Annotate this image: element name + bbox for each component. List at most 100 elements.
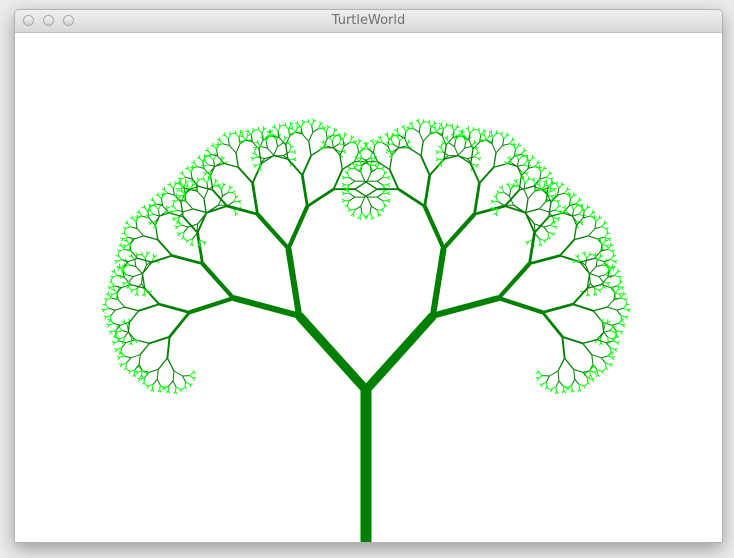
tree-branch (377, 213, 380, 218)
tree-branch (139, 342, 150, 356)
tree-branch (587, 228, 596, 237)
tree-branch (290, 122, 294, 126)
tree-branch (354, 188, 368, 198)
tree-branch (359, 139, 363, 143)
tree-branch (502, 143, 510, 146)
tree-branch (538, 375, 543, 379)
tree-branch (563, 189, 568, 194)
tree-branch (556, 181, 558, 185)
tree-branch (525, 208, 540, 214)
tree-branch (123, 236, 128, 240)
tree-branch (357, 216, 361, 220)
tree-branch (588, 374, 591, 379)
title-bar[interactable]: TurtleWorld (15, 10, 722, 33)
tree-branch (193, 160, 195, 164)
tree-branch (518, 156, 522, 161)
tree-branch (357, 141, 360, 147)
tree-branch (557, 357, 566, 372)
tree-branch (122, 362, 127, 365)
tree-branch (120, 237, 124, 240)
tree-branch (602, 318, 604, 322)
tree-branch (141, 370, 143, 376)
tree-branch (192, 183, 196, 186)
tree-branch (182, 173, 187, 178)
tree-branch (120, 248, 125, 252)
tree-branch (125, 362, 127, 368)
tree-branch (360, 206, 363, 213)
tree-branch (468, 133, 471, 141)
tree-branch (387, 192, 391, 196)
tree-branch (124, 306, 139, 312)
tree-branch (206, 205, 228, 214)
tree-branch (607, 336, 613, 340)
tree-branch (137, 257, 152, 263)
tree-branch (578, 383, 584, 387)
tree-branch (347, 207, 351, 211)
tree-branch (545, 375, 550, 383)
tree-branch (128, 342, 132, 346)
tree-branch (181, 236, 184, 240)
tree-branch (159, 385, 161, 390)
tree-branch (621, 286, 624, 291)
tree-branch (522, 175, 525, 179)
tree-branch (176, 232, 180, 235)
tree-branch (609, 326, 614, 331)
tree-branch (475, 147, 478, 151)
tree-branch (109, 293, 113, 295)
tree-branch (354, 205, 362, 211)
tree-branch (384, 171, 388, 174)
tree-branch (184, 381, 187, 387)
tree-branch (397, 188, 426, 208)
tree-branch (359, 158, 361, 162)
tree-branch (473, 156, 479, 159)
tree-branch (572, 303, 594, 312)
tree-branch (616, 342, 620, 346)
tree-branch (578, 210, 583, 215)
tree-branch (620, 314, 626, 318)
tree-branch (593, 371, 597, 375)
tree-branch (606, 263, 609, 267)
tree-branch (413, 128, 420, 133)
tree-branch (108, 330, 112, 333)
tree-branch (192, 233, 197, 240)
tree-branch (552, 216, 558, 220)
tree-branch (508, 182, 510, 186)
tree-branch (578, 384, 580, 390)
tree-branch (346, 170, 349, 174)
tree-branch (165, 390, 169, 394)
tree-branch (570, 389, 573, 393)
tree-branch (623, 307, 628, 311)
tree-branch (189, 375, 194, 379)
tree-branch (182, 386, 186, 390)
tree-branch (118, 255, 123, 261)
tree-branch (302, 121, 306, 124)
tree-branch (562, 335, 583, 345)
tree-branch (284, 136, 288, 140)
tree-branch (123, 337, 125, 342)
tree-branch (594, 257, 604, 262)
tree-branch (612, 340, 618, 343)
tree-branch (114, 340, 120, 343)
tree-branch (104, 307, 109, 311)
tree-branch (123, 230, 126, 234)
tree-branch (607, 355, 613, 358)
tree-branch (525, 198, 529, 214)
tree-branch (604, 367, 607, 371)
tree-branch (252, 128, 257, 132)
tree-branch (354, 180, 368, 190)
tree-branch (184, 239, 189, 241)
tree-branch (110, 275, 114, 278)
tree-branch (111, 341, 116, 343)
tree-branch (189, 243, 193, 247)
tree-branch (352, 161, 355, 165)
tree-branch (496, 190, 500, 193)
tree-branch (108, 307, 116, 311)
tree-branch (387, 177, 391, 180)
tree-branch (232, 192, 236, 195)
tree-branch (332, 169, 344, 190)
turtle-canvas[interactable] (15, 33, 722, 542)
tree-branch (454, 146, 459, 156)
tree-branch (609, 330, 615, 333)
tree-branch (351, 136, 355, 139)
tree-branch (171, 217, 175, 220)
